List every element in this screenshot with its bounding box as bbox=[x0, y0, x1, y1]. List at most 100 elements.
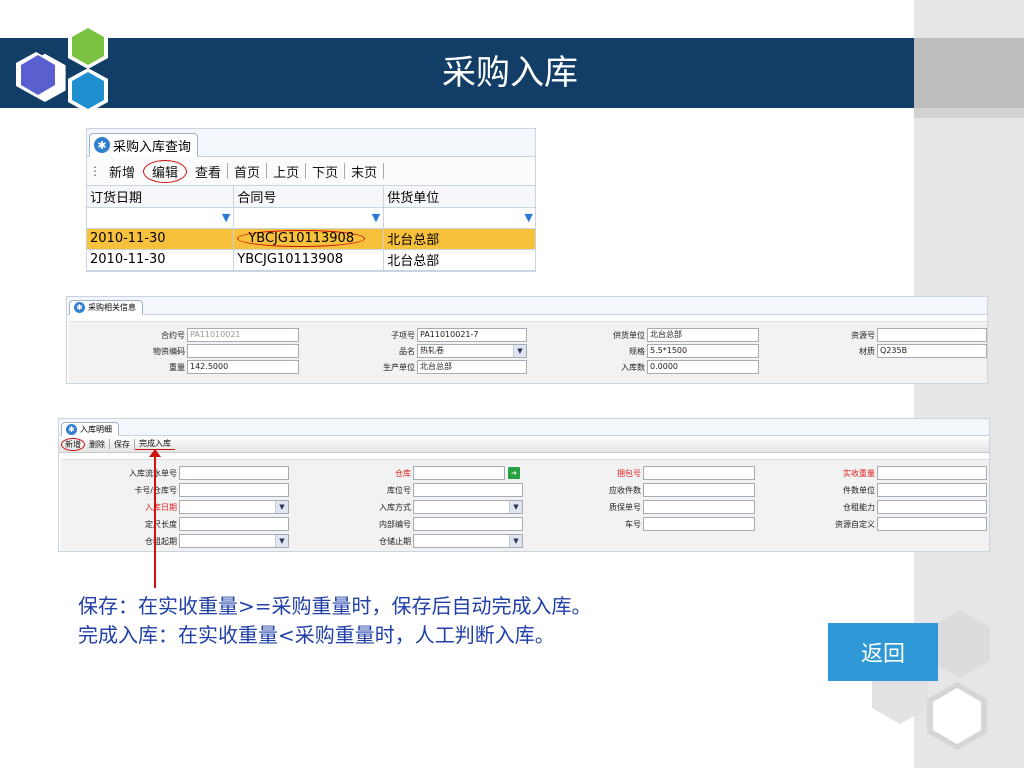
contract-no-field[interactable]: PA11010021 bbox=[187, 328, 299, 342]
storage-capacity-field[interactable] bbox=[877, 500, 987, 514]
first-page-button[interactable]: 首页 bbox=[228, 162, 266, 181]
filter-icon[interactable]: ▼ bbox=[222, 211, 230, 224]
product-name-select[interactable]: 热轧卷 ▼ bbox=[417, 344, 527, 358]
cell-order-date[interactable]: 2010-11-30 bbox=[87, 249, 235, 271]
grade-label: 材质 bbox=[859, 347, 875, 356]
actual-weight-label: 实收重量 bbox=[843, 469, 875, 478]
warehouse-field[interactable]: ➜ bbox=[413, 466, 520, 480]
arrow-right-icon[interactable]: ➜ bbox=[508, 467, 520, 479]
internal-no-field[interactable] bbox=[413, 517, 523, 531]
piece-unit-label: 件数单位 bbox=[843, 486, 875, 495]
chevron-down-icon[interactable]: ▼ bbox=[275, 501, 288, 513]
filter-row: ▼ ▼ ▼ bbox=[87, 207, 535, 229]
contract-no-label: 合约号 bbox=[161, 331, 185, 340]
purchase-query-panel: ✱ 采购入库查询 ⋮ 新增 编辑 查看 首页 上页 下页 末页 订货日期 合同号… bbox=[86, 128, 536, 272]
contract-no-highlight: YBCJG10113908 bbox=[237, 230, 366, 247]
column-header-contract-no[interactable]: 合同号 bbox=[233, 186, 385, 208]
product-name-value: 热轧卷 bbox=[420, 346, 444, 355]
expected-pieces-field[interactable] bbox=[643, 483, 755, 497]
sub-item-no-field[interactable]: PA11010021-7 bbox=[417, 328, 527, 342]
card-no-field[interactable] bbox=[179, 483, 289, 497]
hexagon-logo-icon bbox=[16, 24, 108, 113]
spec-field[interactable]: 5.5*1500 bbox=[647, 344, 759, 358]
gear-icon: ✱ bbox=[94, 137, 110, 153]
column-header-order-date[interactable]: 订货日期 bbox=[87, 186, 235, 208]
bundle-no-field[interactable] bbox=[643, 466, 755, 480]
stock-in-detail-panel: ✱ 入库明细 新增 删除 保存 完成入库 入库流水单号 卡号/仓库号 入库日期 … bbox=[58, 418, 990, 552]
actual-weight-field[interactable] bbox=[877, 466, 987, 480]
resource-no-field[interactable] bbox=[877, 328, 987, 342]
lease-start-picker[interactable]: ▼ bbox=[179, 534, 289, 548]
chevron-down-icon[interactable]: ▼ bbox=[275, 535, 288, 547]
resource-custom-field[interactable] bbox=[877, 517, 987, 531]
detail-form: 入库流水单号 卡号/仓库号 入库日期 ▼ 定尺长度 仓租起期 ▼ 仓库 ➜ 库位… bbox=[61, 459, 989, 551]
filter-icon[interactable]: ▼ bbox=[372, 211, 380, 224]
chevron-down-icon[interactable]: ▼ bbox=[509, 535, 522, 547]
fixed-length-field[interactable] bbox=[179, 517, 289, 531]
lease-end-picker[interactable]: ▼ bbox=[413, 534, 523, 548]
detail-toolbar: 新增 删除 保存 完成入库 bbox=[59, 436, 989, 453]
location-no-field[interactable] bbox=[413, 483, 523, 497]
filter-icon[interactable]: ▼ bbox=[525, 211, 533, 224]
supplier-label: 供货单位 bbox=[613, 331, 645, 340]
chevron-down-icon[interactable]: ▼ bbox=[509, 501, 522, 513]
table-row[interactable]: 2010-11-30 YBCJG10113908 北台总部 bbox=[87, 249, 535, 271]
cell-supplier[interactable]: 北台总部 bbox=[383, 228, 535, 250]
car-no-label: 车号 bbox=[625, 520, 641, 529]
save-button[interactable]: 保存 bbox=[110, 439, 134, 450]
tab-label: 入库明细 bbox=[80, 424, 112, 434]
grade-field[interactable]: Q235B bbox=[877, 344, 987, 358]
warranty-no-field[interactable] bbox=[643, 500, 755, 514]
in-method-select[interactable]: ▼ bbox=[413, 500, 523, 514]
car-no-field[interactable] bbox=[643, 517, 755, 531]
storage-capacity-label: 仓租能力 bbox=[843, 503, 875, 512]
next-page-button[interactable]: 下页 bbox=[306, 162, 344, 181]
weight-field[interactable]: 142.5000 bbox=[187, 360, 299, 374]
sub-item-no-label: 子项号 bbox=[391, 331, 415, 340]
tab-purchase-info[interactable]: ✱ 采购相关信息 bbox=[69, 300, 143, 315]
side-band bbox=[914, 38, 1024, 108]
supplier-field[interactable]: 北台总部 bbox=[647, 328, 759, 342]
gear-icon: ✱ bbox=[74, 302, 85, 313]
lease-start-label: 仓租起期 bbox=[145, 537, 177, 546]
info-tab-bar: ✱ 采购相关信息 bbox=[67, 297, 987, 315]
producer-field[interactable]: 北台总部 bbox=[417, 360, 527, 374]
column-header-supplier[interactable]: 供货单位 bbox=[383, 186, 535, 208]
filter-cell[interactable]: ▼ bbox=[233, 207, 385, 229]
purchase-info-panel: ✱ 采购相关信息 合约号 PA11010021 物资编码 重量 142.5000… bbox=[66, 296, 988, 384]
stock-in-qty-label: 入库数 bbox=[621, 363, 645, 372]
cell-order-date[interactable]: 2010-11-30 bbox=[87, 228, 235, 250]
grip-icon: ⋮ bbox=[89, 164, 101, 178]
cell-supplier[interactable]: 北台总部 bbox=[383, 249, 535, 271]
expected-pieces-label: 应收件数 bbox=[609, 486, 641, 495]
query-table: 订货日期 合同号 供货单位 ▼ ▼ ▼ 2010-11-30 YBCJG1011… bbox=[87, 186, 535, 271]
in-date-picker[interactable]: ▼ bbox=[179, 500, 289, 514]
edit-button[interactable]: 编辑 bbox=[143, 159, 188, 183]
cell-contract-no[interactable]: YBCJG10113908 bbox=[233, 249, 385, 271]
internal-no-label: 内部编号 bbox=[379, 520, 411, 529]
detail-tab-bar: ✱ 入库明细 bbox=[59, 419, 989, 436]
last-page-button[interactable]: 末页 bbox=[345, 162, 383, 181]
chevron-down-icon[interactable]: ▼ bbox=[513, 345, 526, 357]
add-button[interactable]: 新增 bbox=[61, 437, 85, 451]
fixed-length-label: 定尺长度 bbox=[145, 520, 177, 529]
filter-cell[interactable]: ▼ bbox=[87, 207, 235, 229]
warehouse-label: 仓库 bbox=[395, 469, 411, 478]
in-date-label: 入库日期 bbox=[145, 503, 177, 512]
prev-page-button[interactable]: 上页 bbox=[267, 162, 305, 181]
spec-label: 规格 bbox=[629, 347, 645, 356]
flow-no-field[interactable] bbox=[179, 466, 289, 480]
view-button[interactable]: 查看 bbox=[189, 162, 227, 181]
add-button[interactable]: 新增 bbox=[103, 162, 141, 181]
filter-cell[interactable]: ▼ bbox=[383, 207, 535, 229]
tab-purchase-query[interactable]: ✱ 采购入库查询 bbox=[89, 133, 199, 157]
cell-contract-no[interactable]: YBCJG10113908 bbox=[233, 228, 385, 250]
tab-stock-in-detail[interactable]: ✱ 入库明细 bbox=[61, 422, 119, 436]
stock-in-qty-field[interactable]: 0.0000 bbox=[647, 360, 759, 374]
save-rule-note: 保存：在实收重量>=采购重量时，保存后自动完成入库。 bbox=[78, 594, 592, 618]
back-button[interactable]: 返回 bbox=[828, 623, 938, 681]
delete-button[interactable]: 删除 bbox=[85, 439, 109, 450]
piece-unit-field[interactable] bbox=[877, 483, 987, 497]
material-code-field[interactable] bbox=[187, 344, 299, 358]
table-row[interactable]: 2010-11-30 YBCJG10113908 北台总部 bbox=[87, 228, 535, 250]
